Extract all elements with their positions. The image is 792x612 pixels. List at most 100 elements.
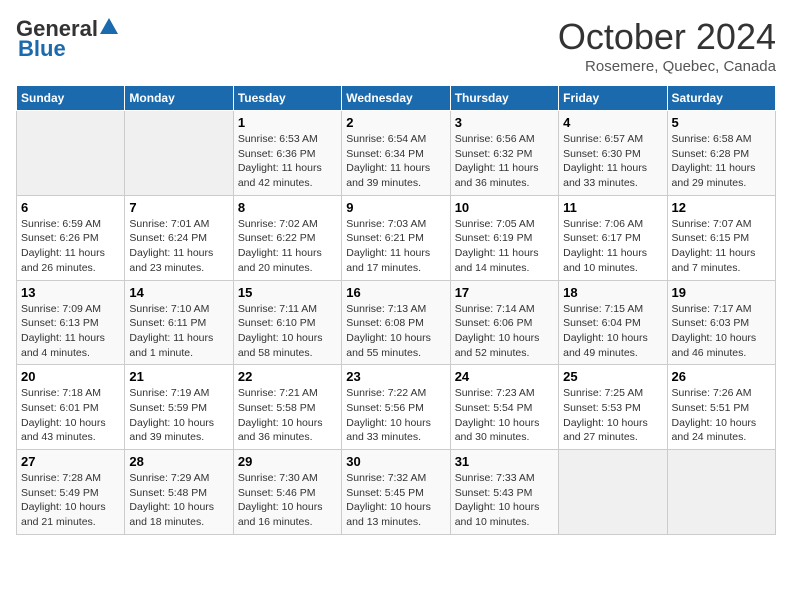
daylight: Daylight: 10 hours and 55 minutes. bbox=[346, 332, 431, 359]
calendar-cell bbox=[125, 111, 233, 196]
sunrise: Sunrise: 7:11 AM bbox=[238, 303, 317, 315]
calendar-cell: 7 Sunrise: 7:01 AM Sunset: 6:24 PM Dayli… bbox=[125, 195, 233, 280]
calendar-cell: 6 Sunrise: 6:59 AM Sunset: 6:26 PM Dayli… bbox=[17, 195, 125, 280]
header-monday: Monday bbox=[125, 86, 233, 111]
daylight: Daylight: 10 hours and 43 minutes. bbox=[21, 417, 106, 444]
daylight: Daylight: 10 hours and 58 minutes. bbox=[238, 332, 323, 359]
day-number: 18 bbox=[563, 285, 662, 300]
sunset: Sunset: 6:06 PM bbox=[455, 317, 533, 329]
daylight: Daylight: 11 hours and 1 minute. bbox=[129, 332, 213, 359]
sunrise: Sunrise: 6:53 AM bbox=[238, 133, 318, 145]
sunset: Sunset: 6:24 PM bbox=[129, 232, 207, 244]
day-number: 25 bbox=[563, 369, 662, 384]
daylight: Daylight: 10 hours and 39 minutes. bbox=[129, 417, 214, 444]
calendar-cell bbox=[559, 450, 667, 535]
sunset: Sunset: 6:15 PM bbox=[672, 232, 750, 244]
sunrise: Sunrise: 7:26 AM bbox=[672, 387, 752, 399]
sunrise: Sunrise: 7:21 AM bbox=[238, 387, 318, 399]
cell-content: Sunrise: 7:21 AM Sunset: 5:58 PM Dayligh… bbox=[238, 386, 337, 445]
daylight: Daylight: 10 hours and 30 minutes. bbox=[455, 417, 540, 444]
cell-content: Sunrise: 7:22 AM Sunset: 5:56 PM Dayligh… bbox=[346, 386, 445, 445]
cell-content: Sunrise: 7:25 AM Sunset: 5:53 PM Dayligh… bbox=[563, 386, 662, 445]
cell-content: Sunrise: 6:59 AM Sunset: 6:26 PM Dayligh… bbox=[21, 217, 120, 276]
calendar-cell: 17 Sunrise: 7:14 AM Sunset: 6:06 PM Dayl… bbox=[450, 280, 558, 365]
sunrise: Sunrise: 7:23 AM bbox=[455, 387, 535, 399]
day-number: 27 bbox=[21, 454, 120, 469]
page-header: General Blue October 2024 Rosemere, Queb… bbox=[16, 16, 776, 75]
cell-content: Sunrise: 7:01 AM Sunset: 6:24 PM Dayligh… bbox=[129, 217, 228, 276]
daylight: Daylight: 10 hours and 10 minutes. bbox=[455, 501, 540, 528]
calendar-cell: 11 Sunrise: 7:06 AM Sunset: 6:17 PM Dayl… bbox=[559, 195, 667, 280]
logo: General Blue bbox=[16, 16, 120, 62]
daylight: Daylight: 10 hours and 27 minutes. bbox=[563, 417, 648, 444]
daylight: Daylight: 10 hours and 36 minutes. bbox=[238, 417, 323, 444]
day-number: 30 bbox=[346, 454, 445, 469]
header-saturday: Saturday bbox=[667, 86, 775, 111]
sunrise: Sunrise: 7:18 AM bbox=[21, 387, 101, 399]
week-row-0: 1 Sunrise: 6:53 AM Sunset: 6:36 PM Dayli… bbox=[17, 111, 776, 196]
calendar-table: SundayMondayTuesdayWednesdayThursdayFrid… bbox=[16, 85, 776, 535]
day-number: 2 bbox=[346, 115, 445, 130]
day-number: 9 bbox=[346, 200, 445, 215]
sunset: Sunset: 6:10 PM bbox=[238, 317, 316, 329]
day-number: 12 bbox=[672, 200, 771, 215]
logo-icon bbox=[98, 16, 120, 38]
week-row-4: 27 Sunrise: 7:28 AM Sunset: 5:49 PM Dayl… bbox=[17, 450, 776, 535]
calendar-cell: 26 Sunrise: 7:26 AM Sunset: 5:51 PM Dayl… bbox=[667, 365, 775, 450]
cell-content: Sunrise: 6:58 AM Sunset: 6:28 PM Dayligh… bbox=[672, 132, 771, 191]
cell-content: Sunrise: 7:07 AM Sunset: 6:15 PM Dayligh… bbox=[672, 217, 771, 276]
cell-content: Sunrise: 7:30 AM Sunset: 5:46 PM Dayligh… bbox=[238, 471, 337, 530]
cell-content: Sunrise: 7:14 AM Sunset: 6:06 PM Dayligh… bbox=[455, 302, 554, 361]
cell-content: Sunrise: 7:29 AM Sunset: 5:48 PM Dayligh… bbox=[129, 471, 228, 530]
sunrise: Sunrise: 7:28 AM bbox=[21, 472, 101, 484]
daylight: Daylight: 10 hours and 24 minutes. bbox=[672, 417, 757, 444]
week-row-3: 20 Sunrise: 7:18 AM Sunset: 6:01 PM Dayl… bbox=[17, 365, 776, 450]
daylight: Daylight: 11 hours and 17 minutes. bbox=[346, 247, 430, 274]
sunset: Sunset: 6:04 PM bbox=[563, 317, 641, 329]
location: Rosemere, Quebec, Canada bbox=[558, 58, 776, 75]
cell-content: Sunrise: 7:17 AM Sunset: 6:03 PM Dayligh… bbox=[672, 302, 771, 361]
sunrise: Sunrise: 7:15 AM bbox=[563, 303, 643, 315]
day-number: 1 bbox=[238, 115, 337, 130]
calendar-cell: 3 Sunrise: 6:56 AM Sunset: 6:32 PM Dayli… bbox=[450, 111, 558, 196]
calendar-cell: 8 Sunrise: 7:02 AM Sunset: 6:22 PM Dayli… bbox=[233, 195, 341, 280]
sunset: Sunset: 5:49 PM bbox=[21, 487, 99, 499]
day-number: 21 bbox=[129, 369, 228, 384]
calendar-cell: 13 Sunrise: 7:09 AM Sunset: 6:13 PM Dayl… bbox=[17, 280, 125, 365]
sunset: Sunset: 6:13 PM bbox=[21, 317, 99, 329]
day-number: 17 bbox=[455, 285, 554, 300]
sunrise: Sunrise: 7:33 AM bbox=[455, 472, 535, 484]
sunrise: Sunrise: 7:13 AM bbox=[346, 303, 426, 315]
calendar-cell: 28 Sunrise: 7:29 AM Sunset: 5:48 PM Dayl… bbox=[125, 450, 233, 535]
calendar-cell: 20 Sunrise: 7:18 AM Sunset: 6:01 PM Dayl… bbox=[17, 365, 125, 450]
daylight: Daylight: 11 hours and 39 minutes. bbox=[346, 162, 430, 189]
header-thursday: Thursday bbox=[450, 86, 558, 111]
daylight: Daylight: 11 hours and 23 minutes. bbox=[129, 247, 213, 274]
cell-content: Sunrise: 7:09 AM Sunset: 6:13 PM Dayligh… bbox=[21, 302, 120, 361]
sunset: Sunset: 5:48 PM bbox=[129, 487, 207, 499]
header-sunday: Sunday bbox=[17, 86, 125, 111]
sunrise: Sunrise: 7:30 AM bbox=[238, 472, 318, 484]
sunrise: Sunrise: 7:01 AM bbox=[129, 218, 209, 230]
daylight: Daylight: 11 hours and 10 minutes. bbox=[563, 247, 647, 274]
daylight: Daylight: 11 hours and 20 minutes. bbox=[238, 247, 322, 274]
sunset: Sunset: 6:30 PM bbox=[563, 148, 641, 160]
day-number: 19 bbox=[672, 285, 771, 300]
calendar-cell: 18 Sunrise: 7:15 AM Sunset: 6:04 PM Dayl… bbox=[559, 280, 667, 365]
sunrise: Sunrise: 7:10 AM bbox=[129, 303, 209, 315]
sunrise: Sunrise: 6:58 AM bbox=[672, 133, 752, 145]
sunrise: Sunrise: 7:29 AM bbox=[129, 472, 209, 484]
daylight: Daylight: 11 hours and 7 minutes. bbox=[672, 247, 756, 274]
cell-content: Sunrise: 7:18 AM Sunset: 6:01 PM Dayligh… bbox=[21, 386, 120, 445]
sunset: Sunset: 5:59 PM bbox=[129, 402, 207, 414]
calendar-cell bbox=[667, 450, 775, 535]
daylight: Daylight: 10 hours and 52 minutes. bbox=[455, 332, 540, 359]
sunset: Sunset: 6:19 PM bbox=[455, 232, 533, 244]
calendar-cell: 10 Sunrise: 7:05 AM Sunset: 6:19 PM Dayl… bbox=[450, 195, 558, 280]
sunset: Sunset: 5:54 PM bbox=[455, 402, 533, 414]
sunset: Sunset: 5:43 PM bbox=[455, 487, 533, 499]
cell-content: Sunrise: 6:57 AM Sunset: 6:30 PM Dayligh… bbox=[563, 132, 662, 191]
cell-content: Sunrise: 6:54 AM Sunset: 6:34 PM Dayligh… bbox=[346, 132, 445, 191]
cell-content: Sunrise: 6:53 AM Sunset: 6:36 PM Dayligh… bbox=[238, 132, 337, 191]
calendar-cell: 23 Sunrise: 7:22 AM Sunset: 5:56 PM Dayl… bbox=[342, 365, 450, 450]
